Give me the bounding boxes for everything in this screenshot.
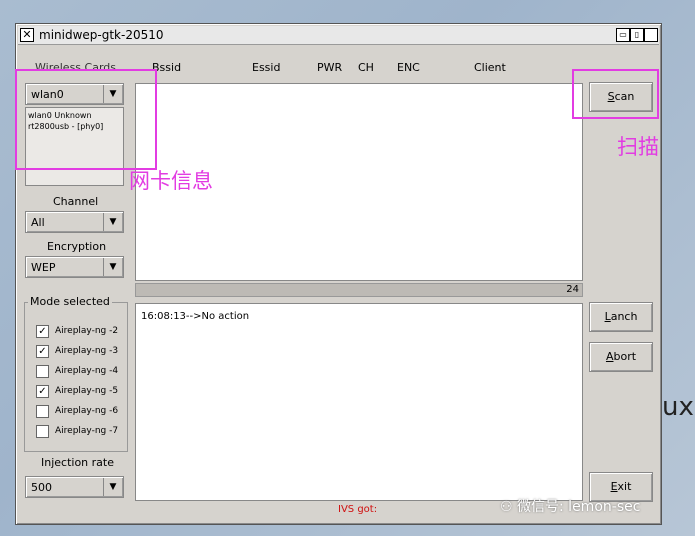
- watermark: ⚇ 微信号: lemon-sec: [500, 499, 641, 515]
- checkbox[interactable]: [36, 425, 49, 438]
- column-pwr: PWR: [317, 61, 343, 74]
- ivs-got-label: IVS got:: [338, 504, 378, 515]
- annotation-box-scan: [572, 69, 659, 119]
- annotation-scan: 扫描: [617, 135, 659, 159]
- lanch-button[interactable]: Lanch: [589, 302, 653, 332]
- encryption-label: Encryption: [47, 240, 107, 253]
- channel-value: All: [31, 216, 45, 229]
- chevron-down-icon: ▼: [103, 213, 122, 231]
- injection-rate-label: Injection rate: [41, 456, 114, 469]
- title-bar: ✕ minidwep-gtk-20510 ▭ ▯: [18, 26, 659, 45]
- chevron-down-icon: ▼: [103, 478, 122, 496]
- column-enc: ENC: [397, 61, 420, 74]
- encryption-select[interactable]: WEP ▼: [25, 256, 124, 278]
- injection-rate-value: 500: [31, 481, 52, 494]
- window-title: minidwep-gtk-20510: [39, 28, 164, 42]
- checkbox[interactable]: [36, 365, 49, 378]
- maximize-icon[interactable]: ▯: [630, 28, 644, 42]
- wechat-icon: ⚇: [500, 499, 513, 515]
- annotation-card-info: 网卡信息: [129, 169, 213, 193]
- log-line: 16:08:13-->No action: [141, 311, 250, 322]
- injection-rate-select[interactable]: 500 ▼: [25, 476, 124, 498]
- channel-label: Channel: [53, 195, 99, 208]
- checkbox[interactable]: ✓: [36, 345, 49, 358]
- channel-select[interactable]: All ▼: [25, 211, 124, 233]
- column-ch: CH: [358, 61, 374, 74]
- abort-button[interactable]: Abort: [589, 342, 653, 372]
- column-client: Client: [474, 61, 506, 74]
- minimize-icon[interactable]: ▭: [616, 28, 630, 42]
- annotation-box-card: [15, 69, 157, 170]
- close-icon[interactable]: ✕: [20, 28, 34, 42]
- progress-counter: 24: [566, 284, 579, 295]
- mode-label: Mode selected: [28, 295, 112, 308]
- checkbox[interactable]: [36, 405, 49, 418]
- checkbox[interactable]: ✓: [36, 325, 49, 338]
- background-text: ux: [662, 392, 694, 422]
- log-area[interactable]: 16:08:13-->No action: [135, 303, 583, 501]
- progress-bar: 24: [135, 283, 583, 297]
- encryption-value: WEP: [31, 261, 56, 274]
- mode-frame: Mode selected ✓ Aireplay-ng -2 ✓ Airepla…: [24, 295, 128, 452]
- column-essid: Essid: [252, 61, 281, 74]
- window-menu-icon[interactable]: [644, 28, 658, 42]
- checkbox[interactable]: ✓: [36, 385, 49, 398]
- chevron-down-icon: ▼: [103, 258, 122, 276]
